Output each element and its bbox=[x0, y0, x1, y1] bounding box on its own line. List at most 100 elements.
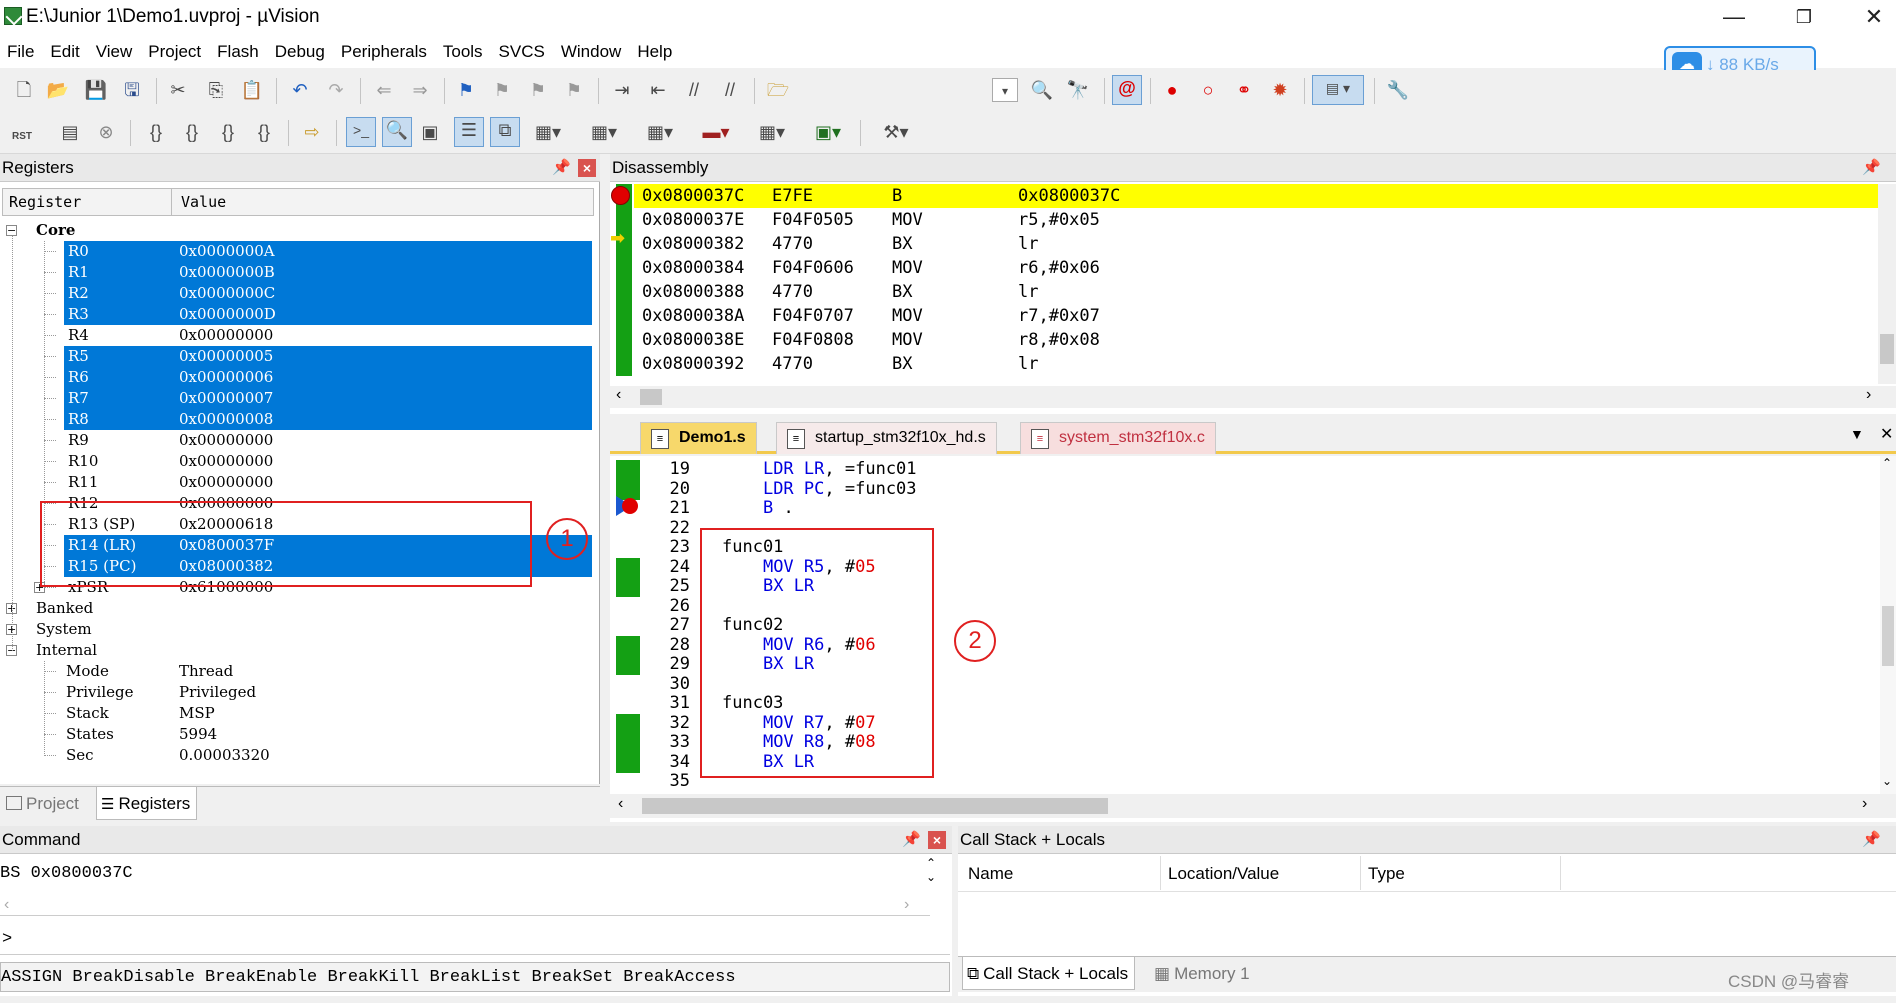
col-register[interactable]: Register bbox=[9, 193, 81, 211]
close-tab-icon[interactable]: ✕ bbox=[1880, 424, 1893, 444]
disasm-row[interactable]: 0x08000382 4770 BX lr bbox=[634, 232, 1894, 256]
disasm-row[interactable]: 0x0800038A F04F0707 MOV r7,#0x07 bbox=[634, 304, 1894, 328]
menu-project[interactable]: Project bbox=[141, 36, 210, 68]
disassembly-window-icon[interactable]: 🔍 bbox=[382, 117, 412, 147]
internal-row[interactable]: States 5994 bbox=[0, 724, 598, 745]
next-bookmark-icon[interactable]: ⚑ bbox=[526, 78, 550, 102]
command-scroll[interactable]: ⌃ ⌄ bbox=[926, 856, 944, 886]
indent-icon[interactable]: ⇥ bbox=[610, 78, 634, 102]
tab-system-c[interactable]: ≡ system_stm32f10x.c bbox=[1020, 422, 1216, 454]
reset-icon[interactable]: RST bbox=[10, 120, 34, 144]
internal-row[interactable]: Stack MSP bbox=[0, 703, 598, 724]
code-line[interactable]: 20 LDR PC, =func03 bbox=[610, 479, 1890, 500]
disasm-vscrollbar[interactable] bbox=[1878, 184, 1896, 384]
disasm-hscrollbar[interactable]: ‹ › bbox=[610, 386, 1896, 408]
menu-flash[interactable]: Flash bbox=[210, 36, 268, 68]
tree-group-banked[interactable]: + Banked bbox=[0, 598, 598, 619]
register-row[interactable]: R1 0x0000000B bbox=[0, 262, 598, 283]
register-row[interactable]: R6 0x00000006 bbox=[0, 367, 598, 388]
register-row[interactable]: R2 0x0000000C bbox=[0, 283, 598, 304]
menu-view[interactable]: View bbox=[89, 36, 142, 68]
tab-memory1[interactable]: ▦ Memory 1 bbox=[1150, 957, 1256, 990]
disasm-row[interactable]: 0x0800037C E7FE B 0x0800037C bbox=[634, 184, 1894, 208]
debug-session-icon[interactable]: @ bbox=[1112, 75, 1142, 105]
code-line[interactable]: 19 LDR LR, =func01 bbox=[610, 459, 1890, 480]
uncomment-icon[interactable]: // bbox=[718, 78, 742, 102]
menu-peripherals[interactable]: Peripherals bbox=[334, 36, 436, 68]
menu-help[interactable]: Help bbox=[630, 36, 681, 68]
tab-project[interactable]: Project bbox=[2, 787, 85, 820]
undo-icon[interactable]: ↶ bbox=[288, 78, 312, 102]
find-in-files-icon[interactable]: 🗁 bbox=[766, 78, 790, 102]
find-dropdown[interactable]: ▾ bbox=[992, 78, 1018, 102]
register-row[interactable]: R10 0x00000000 bbox=[0, 451, 598, 472]
save-all-icon[interactable]: 🖫 bbox=[120, 78, 144, 102]
redo-icon[interactable]: ↷ bbox=[324, 78, 348, 102]
tab-startup-s[interactable]: ≡ startup_stm32f10x_hd.s bbox=[776, 422, 997, 454]
register-row[interactable]: R3 0x0000000D bbox=[0, 304, 598, 325]
register-row[interactable]: R7 0x00000007 bbox=[0, 388, 598, 409]
code-line[interactable]: 21 B . bbox=[610, 498, 1890, 519]
tab-registers[interactable]: ☰ Registers bbox=[96, 787, 198, 820]
menu-tools[interactable]: Tools bbox=[436, 36, 492, 68]
close-panel-icon[interactable]: × bbox=[928, 831, 946, 849]
pin-icon[interactable]: 📌 bbox=[902, 830, 921, 848]
kill-breakpoints-icon[interactable]: ✹ bbox=[1268, 78, 1292, 102]
tabs-dropdown-icon[interactable]: ▼ bbox=[1850, 426, 1864, 442]
menu-window[interactable]: Window bbox=[554, 36, 630, 68]
window-layout-dropdown[interactable]: ▤ ▾ bbox=[1312, 75, 1364, 105]
comment-icon[interactable]: // bbox=[682, 78, 706, 102]
register-row[interactable]: R11 0x00000000 bbox=[0, 472, 598, 493]
editor-vscrollbar[interactable]: ⌃ ⌄ bbox=[1880, 456, 1896, 796]
symbols-window-icon[interactable]: ▣ bbox=[418, 120, 442, 144]
col-type[interactable]: Type bbox=[1368, 864, 1405, 884]
col-location[interactable]: Location/Value bbox=[1168, 864, 1279, 884]
close-button[interactable]: ✕ bbox=[1844, 2, 1896, 34]
nav-forward-icon[interactable]: ⇒ bbox=[408, 78, 432, 102]
tab-demo1-s[interactable]: ≡ Demo1.s bbox=[640, 422, 757, 454]
save-icon[interactable]: 💾 bbox=[84, 78, 108, 102]
command-hscroll[interactable]: ‹ › bbox=[0, 896, 930, 916]
command-window-icon[interactable]: >_ bbox=[346, 117, 376, 147]
find-icon[interactable]: 🔍 bbox=[1030, 78, 1054, 102]
tree-core[interactable]: − Core bbox=[0, 220, 598, 241]
memory-windows-dropdown[interactable]: ▦▾ bbox=[580, 120, 628, 144]
configure-icon[interactable]: 🔧 bbox=[1386, 78, 1410, 102]
internal-row[interactable]: Sec 0.00003320 bbox=[0, 745, 598, 766]
disasm-row[interactable]: 0x0800037E F04F0505 MOV r5,#0x05 bbox=[634, 208, 1894, 232]
disasm-row[interactable]: 0x08000392 4770 BX lr bbox=[634, 352, 1894, 376]
serial-windows-dropdown[interactable]: ▦▾ bbox=[636, 120, 684, 144]
tree-group-system[interactable]: + System bbox=[0, 619, 598, 640]
system-viewer-dropdown[interactable]: ▣▾ bbox=[804, 120, 852, 144]
code-editor[interactable]: 19 LDR LR, =func01 20 LDR PC, =func03 21 B… bbox=[610, 456, 1896, 822]
step-into-icon[interactable]: {} bbox=[144, 120, 168, 144]
prev-bookmark-icon[interactable]: ⚑ bbox=[490, 78, 514, 102]
insert-breakpoint-icon[interactable]: ● bbox=[1160, 78, 1184, 102]
run-icon[interactable]: ▤ bbox=[58, 120, 82, 144]
disable-breakpoints-icon[interactable]: ⚭ bbox=[1232, 78, 1256, 102]
tree-group-internal[interactable]: − Internal bbox=[0, 640, 598, 661]
pin-icon[interactable]: 📌 bbox=[1862, 158, 1881, 176]
toolbox-dropdown[interactable]: ⚒▾ bbox=[872, 120, 920, 144]
disasm-row[interactable]: 0x0800038E F04F0808 MOV r8,#0x08 bbox=[634, 328, 1894, 352]
run-to-cursor-icon[interactable]: {} bbox=[252, 120, 276, 144]
register-row[interactable]: R5 0x00000005 bbox=[0, 346, 598, 367]
step-out-icon[interactable]: {} bbox=[216, 120, 240, 144]
menu-svcs[interactable]: SVCS bbox=[492, 36, 554, 68]
unindent-icon[interactable]: ⇤ bbox=[646, 78, 670, 102]
disasm-row[interactable]: 0x08000388 4770 BX lr bbox=[634, 280, 1894, 304]
minimize-button[interactable]: — bbox=[1704, 2, 1764, 34]
register-row[interactable]: R0 0x0000000A bbox=[0, 241, 598, 262]
register-row[interactable]: R4 0x00000000 bbox=[0, 325, 598, 346]
tab-callstack[interactable]: ⧉ Call Stack + Locals bbox=[962, 957, 1136, 990]
internal-row[interactable]: Mode Thread bbox=[0, 661, 598, 682]
incremental-find-icon[interactable]: 🔭 bbox=[1066, 78, 1090, 102]
analysis-windows-dropdown[interactable]: ▬▾ bbox=[692, 120, 740, 144]
registers-window-icon[interactable]: ☰ bbox=[454, 117, 484, 147]
open-file-icon[interactable]: 📂 bbox=[46, 78, 70, 102]
maximize-button[interactable]: ❐ bbox=[1774, 2, 1834, 34]
enable-breakpoint-icon[interactable]: ○ bbox=[1196, 78, 1220, 102]
editor-hscrollbar[interactable]: ‹ › bbox=[610, 794, 1896, 818]
trace-windows-dropdown[interactable]: ▦▾ bbox=[748, 120, 796, 144]
clear-bookmarks-icon[interactable]: ⚑ bbox=[562, 78, 586, 102]
